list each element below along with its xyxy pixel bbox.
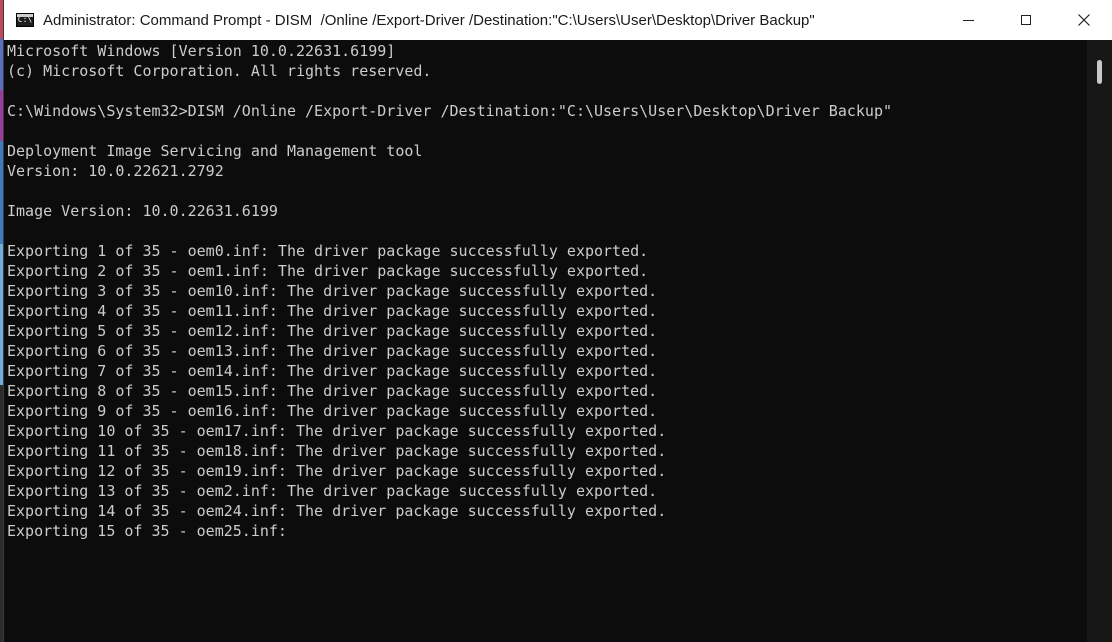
title-bar[interactable]: C:\ Administrator: Command Prompt - DISM… xyxy=(4,0,1112,40)
console-line: Deployment Image Servicing and Managemen… xyxy=(7,142,423,160)
console-line: Exporting 11 of 35 - oem18.inf: The driv… xyxy=(7,442,667,460)
console-line: Image Version: 10.0.22631.6199 xyxy=(7,202,278,220)
command-prompt-icon[interactable]: C:\ xyxy=(16,13,34,27)
console-output[interactable]: Microsoft Windows [Version 10.0.22631.61… xyxy=(4,40,1087,642)
console-line: C:\Windows\System32>DISM /Online /Export… xyxy=(7,102,893,120)
console-line: (c) Microsoft Corporation. All rights re… xyxy=(7,62,432,80)
console-line: Exporting 8 of 35 - oem15.inf: The drive… xyxy=(7,382,658,400)
console-line: Exporting 1 of 35 - oem0.inf: The driver… xyxy=(7,242,649,260)
console-line: Version: 10.0.22621.2792 xyxy=(7,162,224,180)
console-line: Exporting 10 of 35 - oem17.inf: The driv… xyxy=(7,422,667,440)
maximize-icon xyxy=(1021,15,1031,25)
console-line: Exporting 6 of 35 - oem13.inf: The drive… xyxy=(7,342,658,360)
window-title: Administrator: Command Prompt - DISM /On… xyxy=(43,11,815,29)
close-button[interactable] xyxy=(1055,0,1112,40)
console-line: Exporting 4 of 35 - oem11.inf: The drive… xyxy=(7,302,658,320)
minimize-icon xyxy=(962,19,974,21)
console-line: Exporting 9 of 35 - oem16.inf: The drive… xyxy=(7,402,658,420)
console-line: Microsoft Windows [Version 10.0.22631.61… xyxy=(7,42,396,60)
maximize-button[interactable] xyxy=(997,0,1055,40)
vertical-scrollbar[interactable] xyxy=(1087,40,1112,642)
minimize-button[interactable] xyxy=(939,0,997,40)
console-line: Exporting 2 of 35 - oem1.inf: The driver… xyxy=(7,262,649,280)
console-line: Exporting 7 of 35 - oem14.inf: The drive… xyxy=(7,362,658,380)
command-prompt-window: C:\ Administrator: Command Prompt - DISM… xyxy=(3,0,1112,642)
console-line: Exporting 14 of 35 - oem24.inf: The driv… xyxy=(7,502,667,520)
app-icon-label: C:\ xyxy=(17,15,33,24)
window-controls xyxy=(939,0,1112,40)
console-line: Exporting 5 of 35 - oem12.inf: The drive… xyxy=(7,322,658,340)
console-line: Exporting 3 of 35 - oem10.inf: The drive… xyxy=(7,282,658,300)
scrollbar-thumb[interactable] xyxy=(1097,60,1102,84)
console-line: Exporting 15 of 35 - oem25.inf: xyxy=(7,522,287,540)
console-lines: Microsoft Windows [Version 10.0.22631.61… xyxy=(7,41,892,541)
console-line: Exporting 12 of 35 - oem19.inf: The driv… xyxy=(7,462,667,480)
close-icon xyxy=(1078,14,1090,26)
console-line: Exporting 13 of 35 - oem2.inf: The drive… xyxy=(7,482,658,500)
